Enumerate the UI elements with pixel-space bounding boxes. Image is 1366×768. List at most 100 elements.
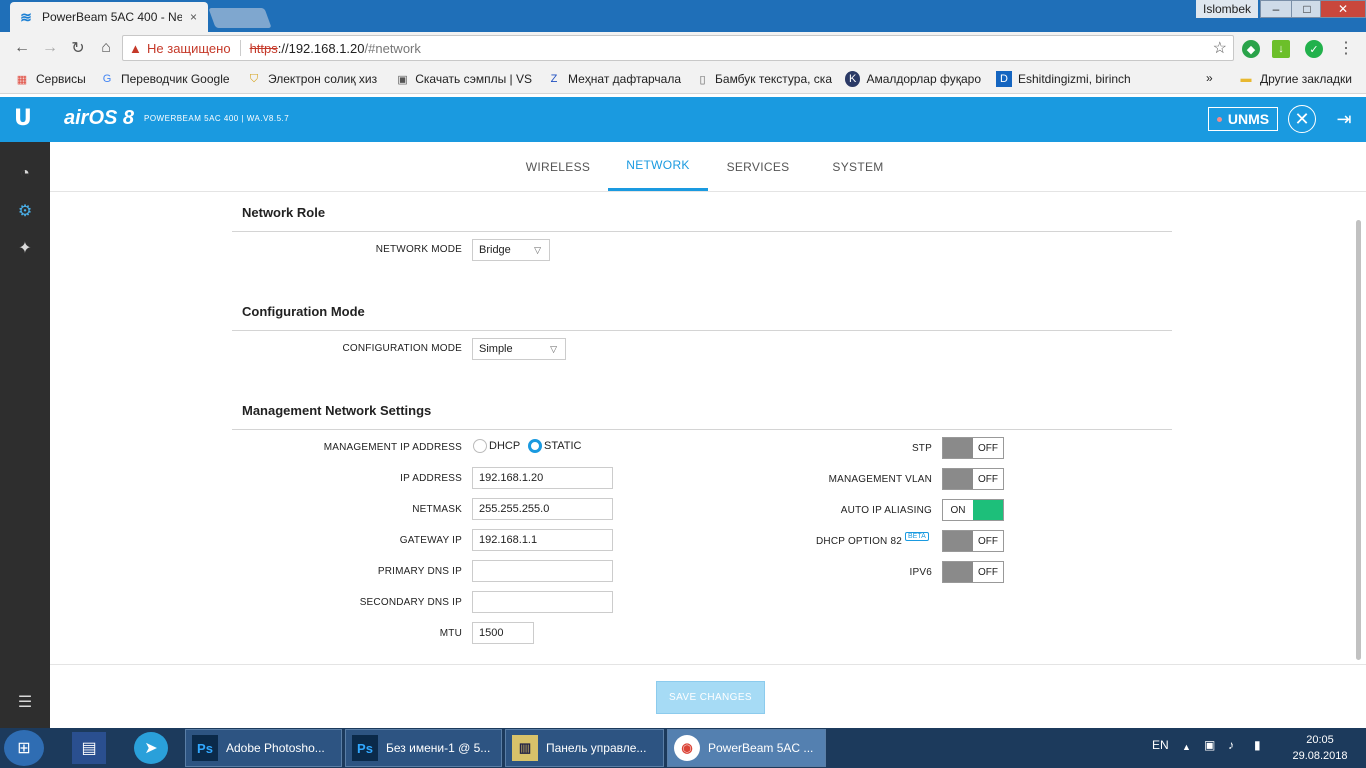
toggle-knob (943, 562, 973, 582)
bookmarks-overflow[interactable]: » (1206, 71, 1213, 85)
dhcp-radio[interactable] (473, 439, 487, 453)
stp-toggle[interactable]: OFF (942, 437, 1004, 459)
tray-expand-icon[interactable]: ▲ (1182, 742, 1191, 752)
taskbar-control-panel[interactable]: ▥ Панель управле... (505, 729, 664, 767)
omnibox-divider (239, 40, 241, 56)
browser-toolbar: ← → ↻ ⌂ ▲ Не защищено https ://192.168.1… (0, 32, 1366, 64)
ip-address-input[interactable]: 192.168.1.20 (472, 467, 613, 489)
bookmark-apps[interactable]: ▦ Сервисы (14, 71, 86, 87)
volume-tray-icon[interactable]: ♪ (1228, 738, 1234, 752)
primary-dns-input[interactable] (472, 560, 613, 582)
page-scrollbar[interactable] (1356, 220, 1361, 660)
home-icon[interactable]: ⌂ (96, 38, 116, 58)
static-radio[interactable] (528, 439, 542, 453)
forward-arrow-icon[interactable]: → (40, 38, 60, 58)
tab-wireless[interactable]: WIRELESS (508, 142, 608, 191)
dhcp-radio-label[interactable]: DHCP (489, 440, 520, 452)
back-arrow-icon[interactable]: ← (12, 38, 32, 58)
secondary-dns-input[interactable] (472, 591, 613, 613)
dhcp-option-82-toggle[interactable]: OFF (942, 530, 1004, 552)
close-window-button[interactable]: ✕ (1320, 0, 1366, 18)
battery-tray-icon[interactable]: ▮ (1254, 738, 1261, 752)
browser-tabstrip: ≋ PowerBeam 5AC 400 - Ne × Islombek – □ … (0, 0, 1366, 32)
configuration-mode-label: CONFIGURATION MODE (342, 343, 462, 354)
bookmark-samples[interactable]: ▣ Скачать сэмплы | VS (396, 71, 532, 87)
minimize-button[interactable]: – (1260, 0, 1292, 18)
tab-system[interactable]: SYSTEM (808, 142, 908, 191)
tab-title: PowerBeam 5AC 400 - Ne (42, 10, 182, 24)
ip-address-label: IP ADDRESS (400, 473, 462, 484)
tools-wand-icon[interactable]: ✦ (13, 236, 37, 260)
primary-dns-label: PRIMARY DNS IP (377, 566, 462, 577)
download-extension-icon[interactable]: ↓ (1272, 40, 1290, 58)
airos-header: U airOS 8 POWERBEAM 5AC 400 | WA.V8.5.7 … (0, 97, 1366, 142)
photoshop-icon: Ps (352, 735, 378, 761)
chrome-icon: ◉ (674, 735, 700, 761)
netmask-label: NETMASK (412, 504, 462, 515)
bookmark-mehnat[interactable]: Z Меҳнат дафтарчала (546, 71, 682, 87)
network-role-title: Network Role (242, 205, 326, 220)
shield-extension-icon[interactable]: ◆ (1242, 40, 1260, 58)
settings-gears-icon[interactable]: ⚙ (13, 199, 37, 223)
taskbar-item-label: Adobe Photosho... (226, 741, 325, 755)
toggle-knob (973, 500, 1003, 520)
network-mode-label: NETWORK MODE (375, 244, 462, 255)
configuration-mode-title: Configuration Mode (242, 304, 365, 319)
language-indicator[interactable]: EN (1152, 738, 1169, 752)
bookmark-label: Переводчик Google (121, 72, 230, 86)
bookmark-star-icon[interactable]: ☆ (1213, 38, 1227, 58)
taskbar-photoshop-doc[interactable]: Ps Без имени-1 @ 5... (345, 729, 502, 767)
new-tab-button[interactable] (208, 8, 272, 28)
bookmark-label: Меҳнат дафтарчала (568, 72, 682, 86)
tab-network[interactable]: NETWORK (608, 142, 708, 191)
maximize-button[interactable]: □ (1291, 0, 1323, 18)
reload-icon[interactable]: ↻ (68, 38, 88, 58)
bookmark-amaldorlar[interactable]: K Амалдорлар фуқаро (845, 71, 981, 87)
network-mode-select[interactable]: Bridge ▽ (472, 239, 550, 261)
bookmark-translate[interactable]: G Переводчик Google (99, 71, 235, 87)
unms-button[interactable]: UNMS (1208, 107, 1278, 131)
bookmark-label: Сервисы (36, 72, 86, 86)
save-changes-button[interactable]: SAVE CHANGES (656, 681, 765, 714)
telegram-icon[interactable]: ➤ (134, 732, 168, 764)
warning-icon: ▲ (129, 40, 142, 56)
dashboard-gauge-icon[interactable]: ◔ (13, 162, 37, 186)
mtu-input[interactable]: 1500 (472, 622, 534, 644)
k-logo-icon: K (845, 71, 861, 87)
menu-kebab-icon[interactable]: ⋮ (1336, 38, 1356, 58)
url-scheme: https (249, 40, 278, 56)
chevron-down-icon: ▽ (534, 245, 541, 255)
log-list-icon[interactable]: ☰ (13, 690, 37, 714)
windows-start-icon[interactable]: ⊞ (4, 730, 44, 766)
address-bar[interactable]: ▲ Не защищено https ://192.168.1.20 /#ne… (122, 35, 1234, 61)
other-bookmarks[interactable]: ▬ Другие закладки (1238, 71, 1352, 87)
static-radio-label[interactable]: STATIC (544, 440, 581, 452)
configuration-mode-select[interactable]: Simple ▽ (472, 338, 566, 360)
profile-name[interactable]: Islombek (1196, 0, 1258, 18)
tab-close-icon[interactable]: × (190, 10, 197, 24)
ipv6-toggle[interactable]: OFF (942, 561, 1004, 583)
logout-icon[interactable]: ⇥ (1330, 105, 1358, 133)
system-clock[interactable]: 20:05 29.08.2018 (1290, 732, 1350, 764)
security-status[interactable]: Не защищено (147, 41, 231, 56)
bookmark-bambuk[interactable]: ▯ Бамбук текстура, ска (696, 71, 832, 87)
netmask-input[interactable]: 255.255.255.0 (472, 498, 613, 520)
taskbar-chrome[interactable]: ◉ PowerBeam 5AC ... (667, 729, 826, 767)
ubiquiti-logo[interactable]: U (14, 106, 38, 132)
floppy-save-icon[interactable]: ▤ (72, 732, 106, 764)
toggle-state: OFF (978, 535, 998, 547)
network-tray-icon[interactable]: ▣ (1204, 738, 1215, 752)
clock-time: 20:05 (1306, 734, 1334, 746)
tools-icon[interactable]: ✕ (1288, 105, 1316, 133)
auto-ip-aliasing-toggle[interactable]: ON (942, 499, 1004, 521)
management-vlan-toggle[interactable]: OFF (942, 468, 1004, 490)
bookmark-eshitdingizmi[interactable]: D Eshitdingizmi, birinch (996, 71, 1132, 87)
tab-services[interactable]: SERVICES (708, 142, 808, 191)
bookmark-soliq[interactable]: ⛉ Электрон солиқ хиз (246, 71, 382, 87)
gateway-ip-label: GATEWAY IP (399, 535, 462, 546)
gateway-ip-input[interactable]: 192.168.1.1 (472, 529, 613, 551)
check-extension-icon[interactable]: ✓ (1305, 40, 1323, 58)
browser-tab[interactable]: ≋ PowerBeam 5AC 400 - Ne × (10, 2, 208, 32)
taskbar-photoshop[interactable]: Ps Adobe Photosho... (185, 729, 342, 767)
bookmark-label: Скачать сэмплы | VS (415, 72, 532, 86)
